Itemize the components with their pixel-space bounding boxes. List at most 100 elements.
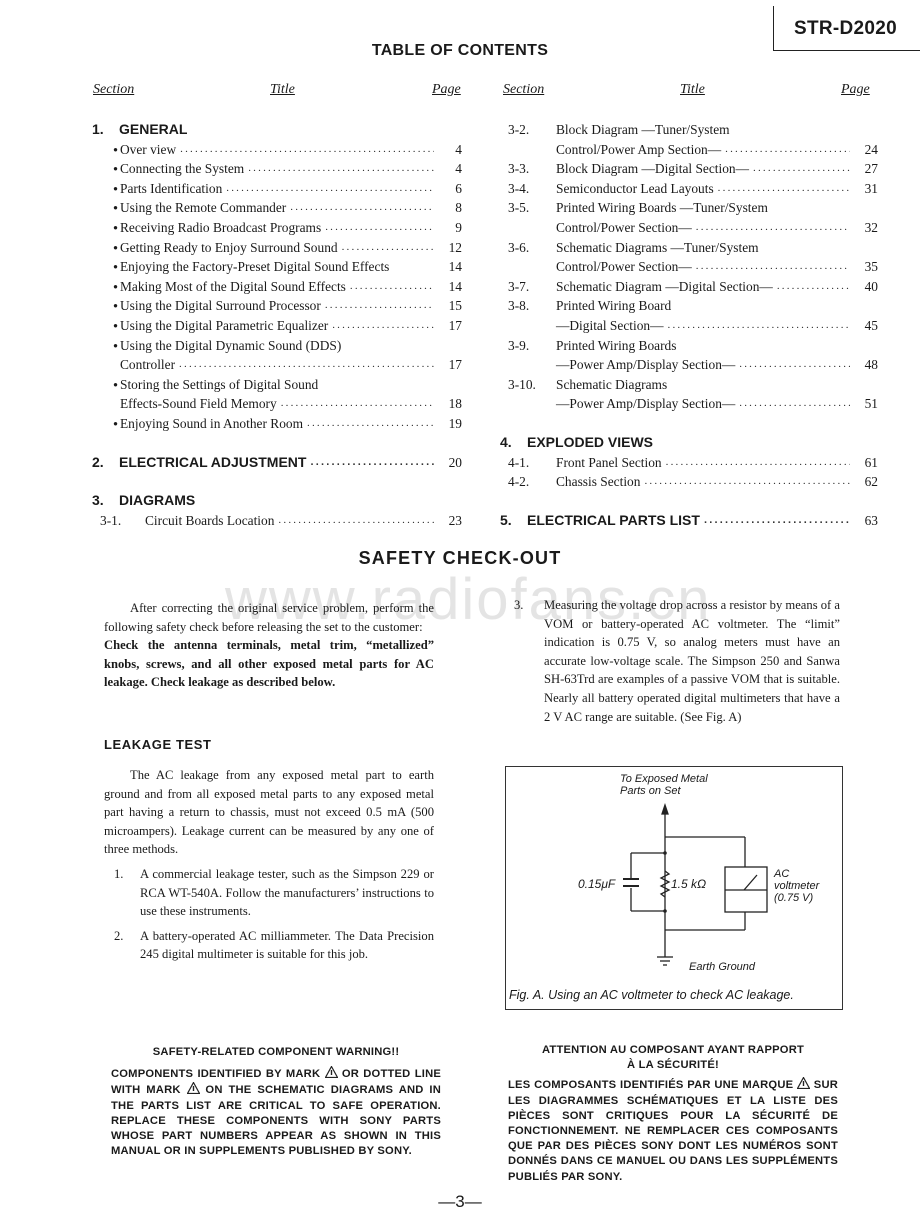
toc-entry: 3-5. Printed Wiring Boards —Tuner/System: [503, 198, 878, 218]
bullet-icon: ●: [113, 301, 118, 311]
bullet-icon: ●: [113, 320, 118, 330]
method-text: A commercial leakage tester, such as the…: [140, 866, 434, 919]
label-capacitor: 0.15μF: [578, 877, 616, 891]
toc-entry-page: 48: [864, 357, 878, 373]
toc-entry-page: 14: [448, 259, 462, 275]
bullet-icon: ●: [113, 418, 118, 428]
toc-entry: ● Enjoying Sound in Another Room.........…: [92, 413, 462, 434]
bullet-icon: ●: [113, 281, 118, 291]
toc-column-left: 1. GENERAL ● Over view.....................…: [92, 120, 462, 531]
meter-needle: [743, 874, 758, 891]
toc-entry-title: Schematic Diagram —Digital Section—: [556, 276, 777, 297]
col-header-section-right: Section: [503, 82, 545, 97]
leakage-paragraph: The AC leakage from any exposed metal pa…: [104, 768, 434, 857]
toc-entry-page: [850, 296, 878, 316]
toc-entry: 3-8. Printed Wiring Board: [503, 296, 878, 316]
method-text: A battery-operated AC milliammeter. The …: [140, 928, 434, 962]
toc-entry-number: 3-3.: [508, 161, 530, 177]
toc-entry-title: Schematic Diagrams —Tuner/System: [556, 237, 763, 258]
junction-dot: [663, 909, 667, 913]
dot-leader: [322, 375, 434, 395]
toc-entry: 3. DIAGRAMS: [92, 491, 462, 511]
toc-entry-title: Enjoying Sound in Another Room: [120, 413, 308, 434]
toc-entry-number: 3-8.: [508, 298, 530, 314]
toc-entry-number: 3.: [92, 492, 104, 509]
toc-entry-title: Semiconductor Lead Layouts: [556, 178, 718, 199]
toc-entry-title: Chassis Section: [556, 472, 645, 492]
leakage-section: The AC leakage from any exposed metal pa…: [104, 766, 434, 964]
toc-entry-title: Using the Digital Surround Processor: [120, 296, 325, 316]
toc-entry-title: —Power Amp/Display Section—: [556, 394, 740, 414]
toc-entry: 3-3. Block Diagram —Digital Section—.....…: [503, 159, 878, 179]
toc-entry-number: 3-7.: [508, 278, 530, 294]
toc-entry: 3-7. Schematic Diagram —Digital Section—.…: [503, 276, 878, 297]
toc-entry-page: [434, 375, 462, 395]
toc-entry-title: Schematic Diagrams: [556, 374, 672, 395]
toc-entry-page: 40: [864, 278, 878, 294]
dot-leader: ........................................…: [695, 260, 850, 273]
toc-entry-title: Control/Power Amp Section—: [556, 139, 726, 160]
toc-entry-number: 3-9.: [508, 337, 530, 353]
toc-entry-page: 9: [455, 219, 462, 235]
dot-leader: [657, 433, 850, 453]
dot-leader: ........................................…: [665, 455, 850, 468]
toc-entry: ● Making Most of the Digital Sound Effect…: [92, 276, 462, 297]
bullet-icon: ●: [113, 262, 118, 272]
toc-entry-page: 20: [448, 454, 462, 470]
bullet-icon: ●: [113, 183, 118, 193]
method-number: 3.: [514, 598, 524, 612]
toc-entry: —Digital Section—.......................…: [503, 315, 878, 336]
toc-entry: 3-9. Printed Wiring Boards: [503, 335, 878, 356]
toc-entry-page: 32: [864, 219, 878, 235]
toc-entry: 2. ELECTRICAL ADJUSTMENT.................…: [92, 452, 462, 473]
toc-entry-title: Effects-Sound Field Memory: [120, 394, 281, 414]
toc-entry-title: Printed Wiring Boards: [556, 335, 681, 356]
toc-entry-title: Using the Digital Dynamic Sound (DDS): [120, 335, 346, 356]
toc-entry-page: [850, 120, 878, 140]
toc-entry-page: 23: [448, 512, 462, 528]
dot-leader: ........................................…: [290, 201, 434, 214]
dot-leader: [675, 296, 850, 316]
dot-leader: ........................................…: [725, 142, 850, 155]
toc-entry-title: Block Diagram —Tuner/System: [556, 120, 734, 140]
toc-entry-page: [850, 336, 878, 356]
toc-entry-page: 45: [864, 317, 878, 333]
toc-entry: Controller..............................…: [92, 355, 462, 375]
col-header-title-right: Title: [680, 82, 705, 97]
toc-entry-page: 17: [448, 317, 462, 333]
toc-entry: —Power Amp/Display Section—.............…: [503, 394, 878, 414]
figure-caption: Fig. A. Using an AC voltmeter to check A…: [509, 988, 794, 1002]
method-item: 1. A commercial leakage tester, such as …: [104, 865, 434, 921]
dot-leader: ........................................…: [776, 279, 850, 292]
toc-entry: Control/Power Section—..................…: [503, 217, 878, 238]
dot-leader: ........................................…: [278, 513, 434, 526]
toc-entry: 3-4. Semiconductor Lead Layouts..........…: [503, 178, 878, 199]
dot-leader: ........................................…: [739, 397, 850, 410]
toc-entry-title: DIAGRAMS: [119, 491, 200, 511]
toc-entry-title: Printed Wiring Boards —Tuner/System: [556, 198, 772, 218]
bullet-icon: ●: [113, 144, 118, 154]
toc-entry-page: 63: [864, 512, 878, 528]
toc-entry: 3-10. Schematic Diagrams: [503, 374, 878, 395]
toc-entry-page: 31: [864, 180, 878, 196]
label-resistor: 1.5 kΩ: [671, 877, 707, 891]
warning-triangle-icon: [797, 1077, 811, 1090]
toc-entry-page: 6: [455, 180, 462, 196]
method-item: 3. Measuring the voltage drop across a r…: [512, 596, 840, 726]
intro-text: After correcting the original service pr…: [104, 601, 434, 634]
warning-triangle-icon: [186, 1082, 200, 1095]
toc-entry-title: Circuit Boards Location: [145, 510, 279, 531]
toc-entry-number: 4-2.: [508, 474, 530, 490]
toc-entry: 1. GENERAL: [92, 120, 462, 140]
toc-entry-page: [850, 375, 878, 395]
toc-entry-number: [92, 394, 120, 414]
toc-entry-page: 61: [864, 454, 878, 470]
toc-entry-title: EXPLODED VIEWS: [527, 432, 658, 453]
toc-entry-title: Using the Digital Parametric Equalizer: [120, 315, 333, 336]
toc-entry-number: 3-5.: [508, 200, 530, 216]
toc-entry-page: [434, 336, 462, 356]
toc-entry-number: 5.: [500, 511, 512, 528]
toc-entry-page: 51: [864, 396, 878, 412]
toc-entry: ● Parts Identification...................…: [92, 178, 462, 199]
toc-entry: 4-1. Front Panel Section.................…: [503, 452, 878, 473]
